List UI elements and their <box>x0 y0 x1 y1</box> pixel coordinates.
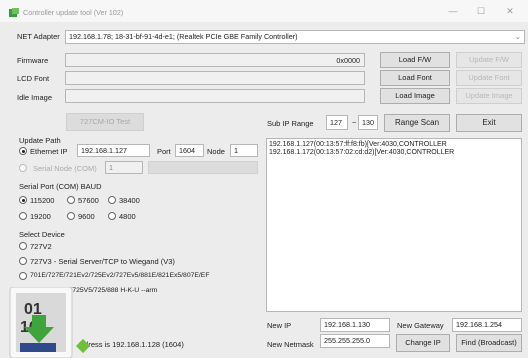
load-image-button[interactable]: Load Image <box>380 88 450 104</box>
node-field[interactable]: 1 <box>230 144 258 157</box>
new-gateway-label: New Gateway <box>397 321 444 330</box>
update-firmware-button[interactable]: Update F/W <box>456 52 522 68</box>
updater-logo-icon: 01 10 <box>9 287 91 358</box>
new-ip-field[interactable]: 192.168.1.130 <box>320 318 390 332</box>
baud-option-label: 57600 <box>78 196 99 205</box>
new-ip-label: New IP <box>267 321 292 330</box>
app-icon <box>9 8 19 17</box>
firmware-path-field: 0x0000 <box>65 53 365 67</box>
update-path-title: Update Path <box>19 136 61 145</box>
find-broadcast-button[interactable]: Find (Broadcast) <box>456 334 522 352</box>
device-radio-701e[interactable] <box>19 272 27 280</box>
serial-port-select[interactable] <box>148 161 258 174</box>
baud-radio-19200[interactable] <box>19 212 27 220</box>
device-option-label: 701E/727E/721Ev2/725Ev2/727Ev5/881E/821E… <box>30 272 210 279</box>
baud-radio-115200[interactable] <box>19 196 27 204</box>
window-title: Controller update tool (Ver 102) <box>23 8 124 17</box>
ethernet-ip-field[interactable]: 192.168.1.127 <box>77 144 150 157</box>
sub-ip-range-label: Sub IP Range <box>267 119 314 128</box>
load-font-button[interactable]: Load Font <box>380 70 450 86</box>
baud-radio-57600[interactable] <box>67 196 75 204</box>
idle-image-path-field <box>65 89 365 103</box>
io-test-button[interactable]: 727CM-IO Test <box>66 113 144 131</box>
baud-option-label: 38400 <box>119 196 140 205</box>
new-netmask-field[interactable]: 255.255.255.0 <box>320 334 390 348</box>
node-label: Node <box>207 147 225 156</box>
device-radio-727v3[interactable] <box>19 257 27 265</box>
serial-node-radio[interactable] <box>19 164 27 172</box>
baud-option-label: 9600 <box>78 212 95 221</box>
close-button[interactable]: ✕ <box>497 3 523 19</box>
idle-image-label: Idle Image <box>17 93 53 102</box>
scan-results-list[interactable]: 192.168.1.127(00:13:57:ff:f8:fb)[Ver:403… <box>266 138 522 312</box>
baud-option-label: 19200 <box>30 212 51 221</box>
net-adapter-value: 192.168.1.78; 18-31-bf-91-4d-e1; (Realte… <box>69 32 298 41</box>
new-gateway-field[interactable]: 192.168.1.254 <box>452 318 522 332</box>
select-device-title: Select Device <box>19 230 65 239</box>
device-radio-727v2[interactable] <box>19 242 27 250</box>
update-image-button[interactable]: Update Image <box>456 88 522 104</box>
sub-ip-to-field[interactable]: 130 <box>358 115 378 130</box>
serial-node-field[interactable]: 1 <box>105 161 143 174</box>
chevron-down-icon: ⌄ <box>514 32 521 41</box>
minimize-button[interactable]: — <box>440 3 466 19</box>
baud-radio-38400[interactable] <box>108 196 116 204</box>
port-field[interactable]: 1604 <box>175 144 204 157</box>
port-label: Port <box>157 147 171 156</box>
update-font-button[interactable]: Update Font <box>456 70 522 86</box>
baud-title: Serial Port (COM) BAUD <box>19 182 102 191</box>
net-adapter-select[interactable]: 192.168.1.78; 18-31-bf-91-4d-e1; (Realte… <box>65 30 525 44</box>
serial-node-label: Serial Node (COM) <box>33 164 97 173</box>
lcd-font-path-field <box>65 71 365 85</box>
exit-button[interactable]: Exit <box>456 114 522 132</box>
ethernet-radio[interactable] <box>19 147 27 155</box>
ethernet-label: Ethernet IP <box>30 147 68 156</box>
sub-ip-from-field[interactable]: 127 <box>326 115 348 130</box>
net-adapter-label: NET Adapter <box>17 32 60 41</box>
new-netmask-label: New Netmask <box>267 340 314 349</box>
change-ip-button[interactable]: Change IP <box>396 334 450 352</box>
baud-option-label: 4800 <box>119 212 136 221</box>
baud-radio-9600[interactable] <box>67 212 75 220</box>
firmware-label: Firmware <box>17 56 49 65</box>
baud-option-label: 115200 <box>30 196 55 205</box>
maximize-button[interactable]: ☐ <box>468 3 494 19</box>
firmware-version: 0x0000 <box>336 56 360 65</box>
load-firmware-button[interactable]: Load F/W <box>380 52 450 68</box>
lcd-font-label: LCD Font <box>17 74 50 83</box>
device-option-label: 727V3 - Serial Server/TCP to Wiegand (V3… <box>30 257 175 266</box>
list-item[interactable]: 192.168.1.127(00:13:57:ff:f8:fb)[Ver:403… <box>269 141 447 149</box>
range-scan-button[interactable]: Range Scan <box>384 114 450 132</box>
device-option-label: 727V2 <box>30 242 52 251</box>
baud-radio-4800[interactable] <box>108 212 116 220</box>
list-item[interactable]: 192.168.1.172(00:13:57:02:cd:d2)[Ver:403… <box>269 149 454 157</box>
sub-ip-dash: ~ <box>352 118 357 127</box>
